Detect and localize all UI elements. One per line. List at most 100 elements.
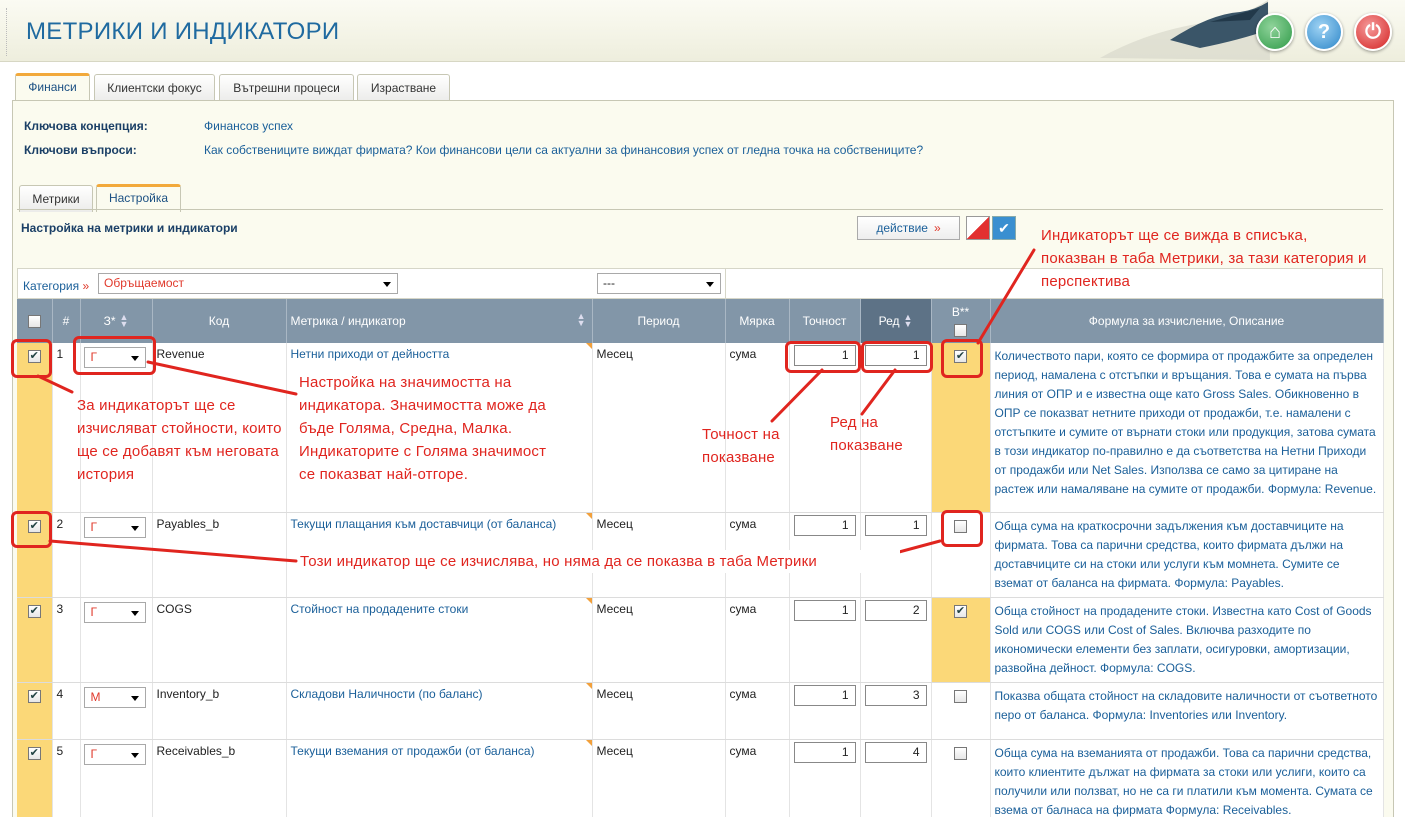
header-bar: МЕТРИКИ И ИНДИКАТОРИ ⌂ ? ⏻ [0, 0, 1405, 62]
significance-cell: Г [80, 739, 153, 817]
formula-cell: Обща сума на краткосрочни задължения към… [990, 512, 1384, 598]
annotation-history: За индикаторът ще се изчисляват стойност… [77, 397, 282, 483]
unit-cell: сума [725, 597, 790, 683]
formula-description: Количеството пари, която се формира от п… [994, 349, 1377, 496]
col-visible-header: В** [931, 299, 991, 343]
table-row: ✔ 5 Г Receivables_b Текущи вземания от прода… [17, 739, 1384, 817]
formula-description: Обща стойност на продадените стоки. Изве… [994, 603, 1372, 675]
visible-all-checkbox[interactable] [954, 323, 967, 337]
chevron-down-icon [130, 525, 139, 531]
significance-select[interactable]: Г [83, 601, 146, 623]
category-label-text: Категория [23, 279, 80, 293]
row-select-checkbox[interactable]: ✔ [27, 746, 41, 760]
order-cell: 2 [860, 597, 932, 683]
significance-select[interactable]: Г [83, 516, 146, 538]
tab-metrics[interactable]: Метрики [19, 185, 93, 212]
significance-value: Г [90, 604, 98, 619]
significance-select[interactable]: Г [83, 743, 146, 765]
visible-checkbox[interactable] [954, 689, 967, 703]
tab-client-focus[interactable]: Клиентски фокус [94, 74, 215, 101]
tab-growth[interactable]: Израстване [357, 74, 450, 101]
metric-link[interactable]: Текущи вземания от продажби (от баланса) [291, 744, 535, 758]
col-significance-label: З* [103, 313, 116, 328]
help-button[interactable]: ? [1305, 13, 1343, 51]
precision-input[interactable]: 1 [793, 599, 856, 621]
select-all-icon[interactable]: ✔ [992, 216, 1016, 240]
logout-button[interactable]: ⏻ [1354, 13, 1392, 51]
significance-cell: Г [80, 512, 153, 598]
significance-cell: М [80, 682, 153, 740]
col-period-header: Период [592, 299, 726, 343]
select-all-checkbox[interactable] [27, 315, 41, 329]
tab-settings[interactable]: Настройка [96, 184, 181, 212]
subtab-divider [17, 209, 1383, 210]
visible-checkbox[interactable]: ✔ [954, 604, 967, 618]
precision-input[interactable]: 1 [793, 514, 856, 536]
col-order-label: Ред [878, 313, 900, 328]
select-all-header[interactable] [17, 299, 53, 343]
arrow-right-icon: » [933, 221, 941, 235]
action-button[interactable]: действие » [857, 216, 960, 240]
metric-link[interactable]: Нетни приходи от дейността [291, 347, 450, 361]
significance-select[interactable]: М [83, 686, 146, 708]
metric-cell: Текущи вземания от продажби (от баланса) [286, 739, 593, 817]
category-arrow-icon: » [82, 279, 90, 293]
sort-icon[interactable]: ▲ ▼ [577, 312, 586, 328]
period-select[interactable]: --- [597, 273, 721, 294]
chevron-down-icon [706, 282, 714, 287]
tab-internal-processes[interactable]: Вътрешни процеси [219, 74, 354, 101]
tab-finance[interactable]: Финанси [15, 73, 90, 101]
key-concept-value: Финансов успех [204, 119, 294, 133]
category-select[interactable]: Обръщаемост [98, 273, 398, 294]
annotation-significance: Настройка на значимостта на индикатора. … [299, 374, 547, 483]
table-header-row: # З* ▲ ▼ Код Метрика / индикатор ▲ ▼ Период … [17, 299, 1384, 343]
visible-cell: ✔ [931, 597, 991, 683]
row-select-checkbox[interactable]: ✔ [27, 604, 41, 618]
metric-cell: Стойност на продадените стоки [286, 597, 593, 683]
period-cell: Месец [592, 682, 726, 740]
home-button[interactable]: ⌂ [1256, 13, 1294, 51]
row-select-checkbox[interactable]: ✔ [27, 689, 41, 703]
order-input[interactable]: 1 [864, 514, 927, 536]
precision-cell: 1 [789, 597, 861, 683]
significance-value: Г [90, 519, 98, 534]
row-select-cell: ✔ [17, 739, 53, 817]
order-input[interactable]: 4 [864, 741, 927, 763]
metric-link[interactable]: Стойност на продадените стоки [291, 602, 469, 616]
order-input[interactable]: 2 [864, 599, 927, 621]
significance-value: М [90, 689, 101, 704]
annotation-hidden: Този индикатор ще се изчислява, но няма … [300, 550, 900, 573]
order-cell: 4 [860, 739, 932, 817]
formula-description: Обща сума на краткосрочни задължения към… [994, 518, 1344, 590]
comment-marker-icon [585, 343, 592, 349]
code-cell: Receivables_b [152, 739, 287, 817]
code-cell: COGS [152, 597, 287, 683]
action-label: действие [876, 221, 928, 235]
formula-description: Обща сума на вземанията от продажби. Тов… [994, 745, 1373, 817]
sort-icon[interactable]: ▲ ▼ [120, 313, 129, 329]
chevron-down-icon [130, 695, 139, 701]
unit-cell: сума [725, 682, 790, 740]
metric-link[interactable]: Складови Наличности (по баланс) [291, 687, 483, 701]
row-num: 4 [52, 682, 81, 740]
formula-cell: Показва общата стойност на складовите на… [990, 682, 1384, 740]
sort-icon[interactable]: ▲ ▼ [903, 313, 912, 329]
col-visible-label: В** [951, 305, 970, 320]
highlight-box [941, 510, 983, 547]
code-cell: Inventory_b [152, 682, 287, 740]
precision-input[interactable]: 1 [793, 684, 856, 706]
order-input[interactable]: 3 [864, 684, 927, 706]
highlight-box [941, 339, 983, 378]
col-metric-header[interactable]: Метрика / индикатор ▲ ▼ [286, 299, 593, 343]
col-order-header[interactable]: Ред ▲ ▼ [860, 299, 932, 343]
deselect-all-icon[interactable] [966, 216, 990, 240]
visible-cell [931, 682, 991, 740]
row-select-cell: ✔ [17, 597, 53, 683]
precision-input[interactable]: 1 [793, 741, 856, 763]
highlight-box [861, 341, 933, 373]
metric-link[interactable]: Текущи плащания към доставчици (от балан… [291, 517, 557, 531]
annotation-order: Ред на показване [830, 414, 903, 454]
key-questions-value: Как собствениците виждат фирмата? Кои фи… [204, 143, 924, 157]
visible-checkbox[interactable] [954, 746, 967, 760]
table-row: ✔ 3 Г COGS Стойност на продадените стоки Месе… [17, 597, 1384, 683]
